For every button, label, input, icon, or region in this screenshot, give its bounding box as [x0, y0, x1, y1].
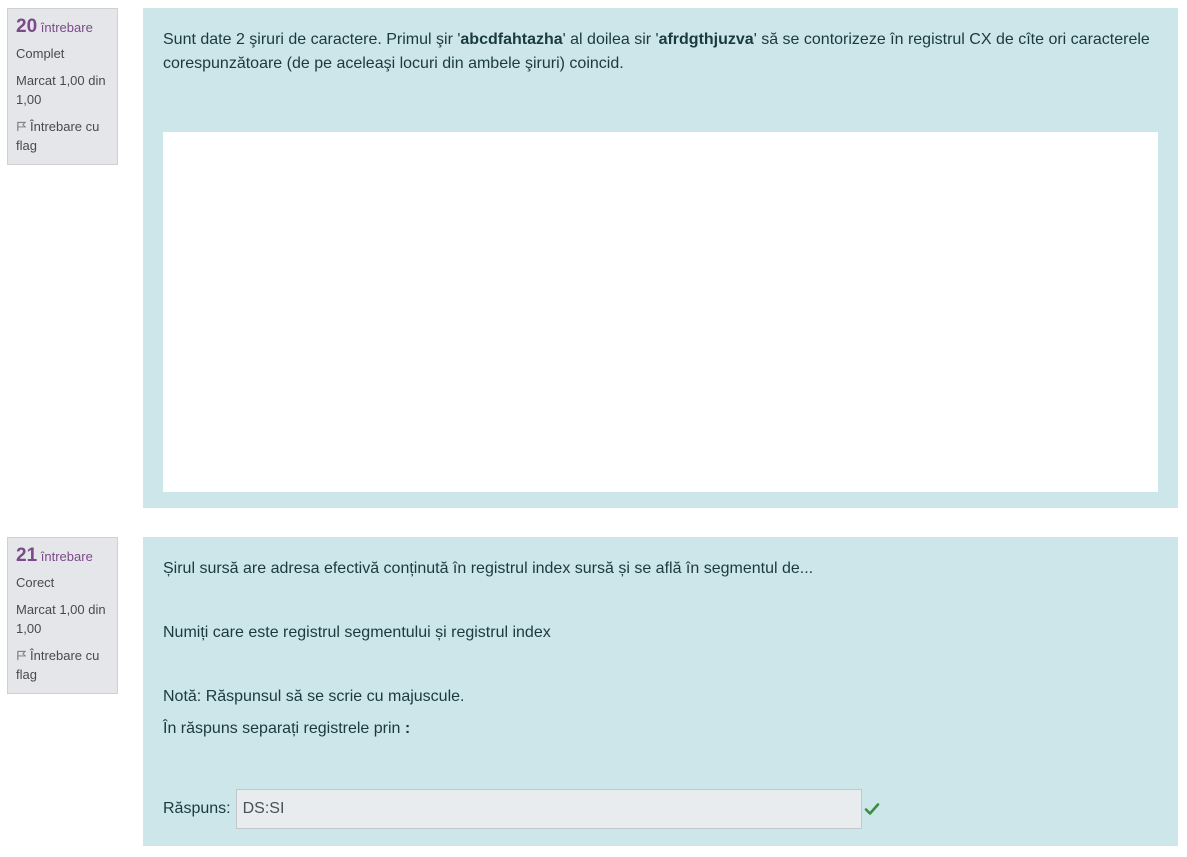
question-info: 20 întrebare Complet Marcat 1,00 din 1,0…: [7, 8, 118, 165]
answer-row: Răspuns:: [163, 789, 880, 829]
question-text-line: Numiți care este registrul segmentului ș…: [163, 624, 551, 641]
question-grade: Marcat 1,00 din 1,00: [16, 73, 106, 107]
question-text: Sunt date 2 şiruri de caractere. Primul …: [163, 28, 1158, 76]
separator-text: În răspuns separați registrele prin: [163, 720, 405, 737]
flag-icon: [17, 121, 27, 132]
answer-label: Răspuns:: [163, 800, 231, 817]
question-info: 21 întrebare Corect Marcat 1,00 din 1,00…: [7, 537, 118, 694]
string-two: afrdgthjuzva: [658, 31, 754, 48]
flag-question-button[interactable]: Întrebare cu flag: [16, 117, 109, 155]
separator-instruction: În răspuns separați registrele prin :: [163, 717, 1158, 741]
answer-textarea[interactable]: [163, 132, 1158, 492]
question-number: 20: [16, 16, 38, 37]
question-number: 21: [16, 545, 38, 566]
question-grade: Marcat 1,00 din 1,00: [16, 602, 106, 636]
note-line: Notă: Răspunsul să se scrie cu majuscule…: [163, 688, 465, 705]
question-number-line: 20 întrebare: [16, 16, 109, 38]
question-text-line: Șirul sursă are adresa efectivă conținut…: [163, 560, 814, 577]
answer-input[interactable]: [235, 789, 862, 829]
flag-label: Întrebare cu flag: [16, 119, 100, 153]
question-content: Șirul sursă are adresa efectivă conținut…: [143, 537, 1178, 846]
question-text-part: Sunt date 2 şiruri de caractere. Primul …: [163, 31, 461, 48]
flag-icon: [17, 650, 27, 661]
string-one: abcdfahtazha: [460, 31, 563, 48]
question-state: Corect: [16, 575, 55, 590]
question-content: Sunt date 2 şiruri de caractere. Primul …: [143, 8, 1178, 508]
check-icon: [864, 803, 879, 815]
flag-label: Întrebare cu flag: [16, 648, 100, 682]
question-word: întrebare: [40, 20, 93, 35]
question-text-part: ' al doilea sir ': [562, 31, 659, 48]
question-number-line: 21 întrebare: [16, 545, 109, 567]
question-word: întrebare: [40, 549, 93, 564]
flag-question-button[interactable]: Întrebare cu flag: [16, 646, 109, 684]
question-state: Complet: [16, 46, 65, 61]
separator-char: :: [404, 720, 411, 737]
